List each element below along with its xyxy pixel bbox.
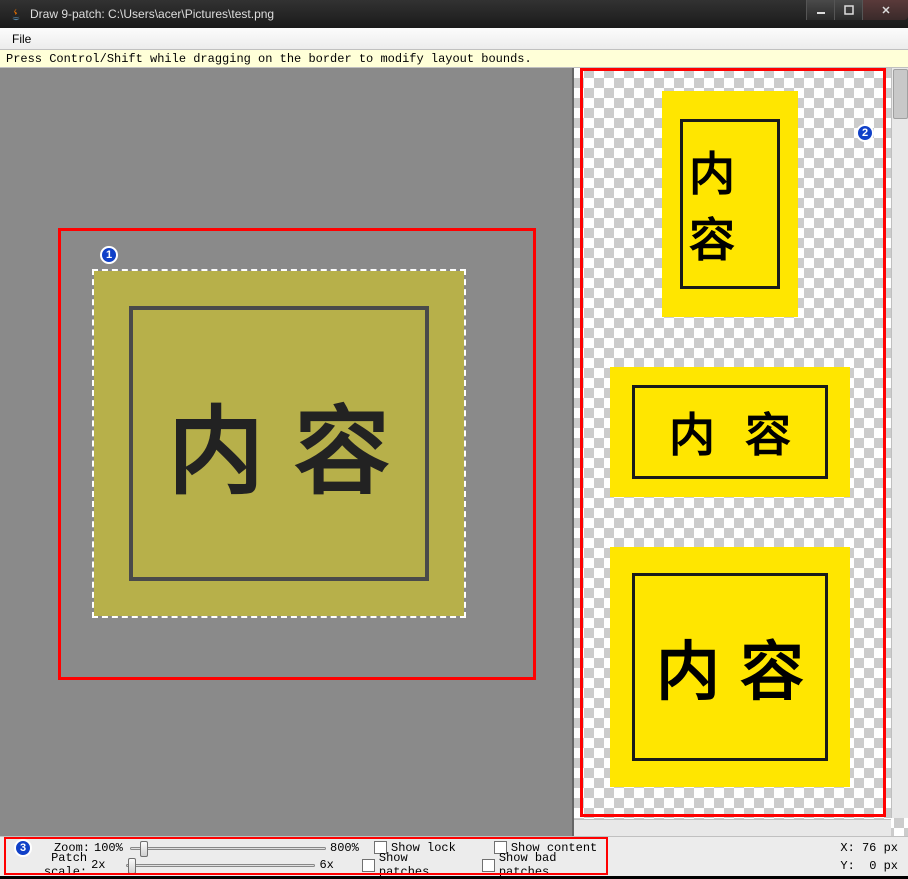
window-title: Draw 9-patch: C:\Users\acer\Pictures\tes… [30,7,274,21]
zoom-value: 100% [94,841,126,855]
coord-x-value: 76 px [862,841,898,855]
preview-text: 内容 [636,621,824,713]
show-bad-patches-checkbox[interactable]: Show bad patches [482,851,610,879]
preview-scrollbar-horizontal[interactable] [574,819,891,836]
coord-x-label: X: [840,841,854,855]
preview-scrollbar-vertical[interactable] [891,68,908,818]
scrollbar-thumb[interactable] [893,69,908,119]
patch-content-box: 内容 [129,306,429,581]
menubar: File [0,28,908,50]
zoom-slider[interactable] [130,841,326,855]
preview-square: 内容 [610,547,850,787]
scale-slider[interactable] [126,858,315,872]
titlebar: Draw 9-patch: C:\Users\acer\Pictures\tes… [0,0,908,28]
maximize-button[interactable] [834,0,862,20]
preview-portrait: 内容 [662,91,798,317]
annotation-badge-3: 3 [14,839,32,857]
editor-pane[interactable]: 内容 1 [0,68,574,836]
annotation-badge-1: 1 [100,246,118,264]
zoom-max: 800% [330,841,364,855]
checker-bg: 内容 内容 内容 2 [574,68,908,836]
hint-bar: Press Control/Shift while dragging on th… [0,50,908,68]
coord-y-value: 0 px [869,859,898,873]
footer: 3 Zoom: 100% 800% Show lock Show content… [0,836,908,876]
annotation-badge-2: 2 [856,124,874,142]
close-button[interactable] [862,0,908,20]
show-bad-patches-label: Show bad patches [499,851,610,879]
scale-max: 6x [319,858,352,872]
workspace: 内容 1 内容 内容 内容 [0,68,908,836]
preview-text: 内容 [639,399,821,465]
scale-value: 2x [91,858,122,872]
slider-thumb[interactable] [128,858,136,874]
scale-label: Patch scale: [4,851,87,879]
slider-thumb[interactable] [140,841,148,857]
window-buttons [806,0,908,20]
menu-file[interactable]: File [4,30,39,48]
nine-patch-canvas[interactable]: 内容 [94,271,464,616]
java-icon [8,6,24,22]
show-patches-label: Show patches [379,851,462,879]
coord-y-label: Y: [840,859,854,873]
patch-content-text: 内容 [138,374,420,513]
minimize-button[interactable] [806,0,834,20]
cursor-coords: X: 76 px Y: 0 px [840,839,898,875]
preview-text: 内容 [683,138,777,270]
preview-landscape: 内容 [610,367,850,497]
preview-pane: 内容 内容 内容 2 [574,68,908,836]
show-patches-checkbox[interactable]: Show patches [362,851,462,879]
controls-panel: Zoom: 100% 800% Show lock Show content P… [0,837,614,876]
